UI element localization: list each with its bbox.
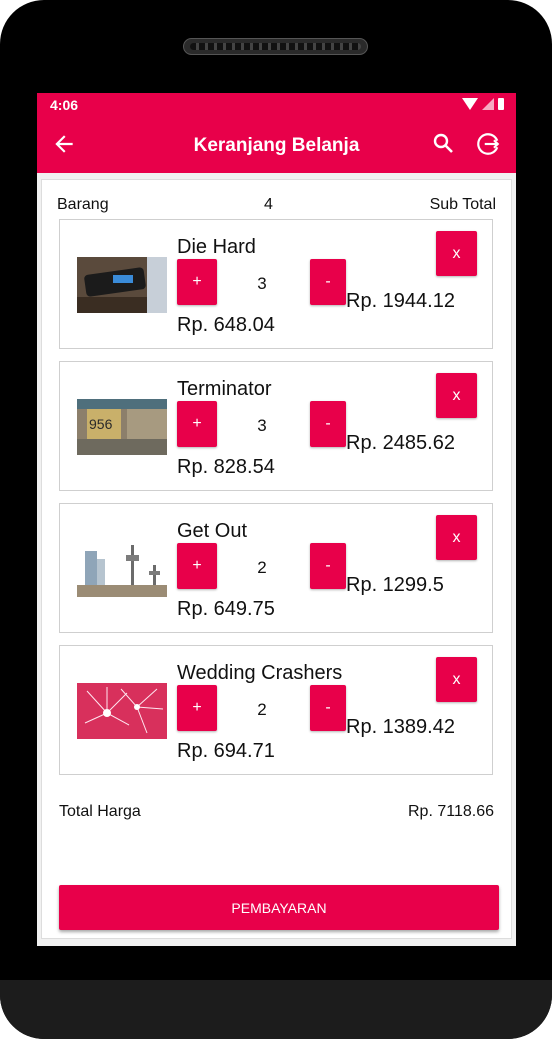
item-thumbnail bbox=[77, 683, 167, 739]
wifi-icon bbox=[462, 98, 478, 110]
decrease-button[interactable]: - bbox=[310, 543, 346, 589]
cart-panel: Barang 4 Sub Total Die Hard + 3 - x Rp. … bbox=[41, 179, 512, 939]
speaker-grille bbox=[183, 38, 368, 55]
phone-frame: 4:06 Keranjang Belanja Barang 4 Sub Tota… bbox=[0, 0, 552, 1039]
items-count: 4 bbox=[264, 196, 273, 213]
item-subtotal: Rp. 1944.12 bbox=[346, 290, 455, 312]
item-subtotal: Rp. 1299.5 bbox=[346, 574, 444, 596]
decrease-button[interactable]: - bbox=[310, 401, 346, 447]
item-price: Rp. 694.71 bbox=[177, 740, 275, 762]
item-thumbnail: 956 bbox=[77, 399, 167, 455]
item-quantity: 2 bbox=[257, 700, 267, 719]
subtotal-label: Sub Total bbox=[429, 196, 496, 213]
item-price: Rp. 828.54 bbox=[177, 456, 275, 478]
item-name: Die Hard bbox=[177, 236, 256, 258]
item-subtotal: Rp. 1389.42 bbox=[346, 716, 455, 738]
battery-icon bbox=[498, 98, 504, 110]
signal-icon bbox=[482, 98, 494, 110]
item-subtotal: Rp. 2485.62 bbox=[346, 432, 455, 454]
item-quantity: 2 bbox=[257, 558, 267, 577]
status-time: 4:06 bbox=[50, 97, 79, 113]
payment-button[interactable]: PEMBAYARAN bbox=[59, 885, 499, 930]
item-quantity: 3 bbox=[257, 274, 267, 293]
remove-item-button[interactable]: x bbox=[436, 373, 477, 418]
increase-button[interactable]: + bbox=[177, 543, 217, 589]
app-screen: 4:06 Keranjang Belanja Barang 4 Sub Tota… bbox=[37, 93, 516, 946]
fireworks-image bbox=[77, 683, 167, 739]
increase-button[interactable]: + bbox=[177, 401, 217, 447]
number-plate-image: 956 bbox=[77, 399, 167, 455]
total-label: Total Harga bbox=[59, 803, 141, 820]
mp3-player-image bbox=[77, 257, 167, 313]
cart-item: Wedding Crashers + 2 - x Rp. 694.71 Rp. … bbox=[59, 645, 493, 775]
cart-item: 956 Terminator + 3 - x Rp. 828.54 Rp. 24… bbox=[59, 361, 493, 491]
item-name: Wedding Crashers bbox=[177, 662, 343, 684]
search-icon[interactable] bbox=[431, 131, 455, 155]
item-name: Terminator bbox=[177, 378, 272, 400]
svg-text:956: 956 bbox=[89, 416, 113, 432]
decrease-button[interactable]: - bbox=[310, 685, 346, 731]
item-thumbnail bbox=[77, 257, 167, 313]
app-toolbar: Keranjang Belanja bbox=[37, 117, 516, 173]
item-thumbnail bbox=[77, 541, 167, 597]
total-value: Rp. 7118.66 bbox=[408, 803, 494, 820]
increase-button[interactable]: + bbox=[177, 259, 217, 305]
remove-item-button[interactable]: x bbox=[436, 231, 477, 276]
item-price: Rp. 648.04 bbox=[177, 314, 275, 336]
city-towers-image bbox=[77, 541, 167, 597]
items-label: Barang bbox=[57, 196, 109, 213]
decrease-button[interactable]: - bbox=[310, 259, 346, 305]
item-quantity: 3 bbox=[257, 416, 267, 435]
status-bar: 4:06 bbox=[37, 93, 516, 117]
logout-icon[interactable] bbox=[475, 131, 501, 157]
status-icons bbox=[462, 98, 504, 110]
phone-bottom-bezel bbox=[0, 980, 552, 1039]
item-name: Get Out bbox=[177, 520, 248, 542]
cart-item: Die Hard + 3 - x Rp. 648.04 Rp. 1944.12 bbox=[59, 219, 493, 349]
increase-button[interactable]: + bbox=[177, 685, 217, 731]
remove-item-button[interactable]: x bbox=[436, 515, 477, 560]
remove-item-button[interactable]: x bbox=[436, 657, 477, 702]
cart-item: Get Out + 2 - x Rp. 649.75 Rp. 1299.5 bbox=[59, 503, 493, 633]
item-price: Rp. 649.75 bbox=[177, 598, 275, 620]
